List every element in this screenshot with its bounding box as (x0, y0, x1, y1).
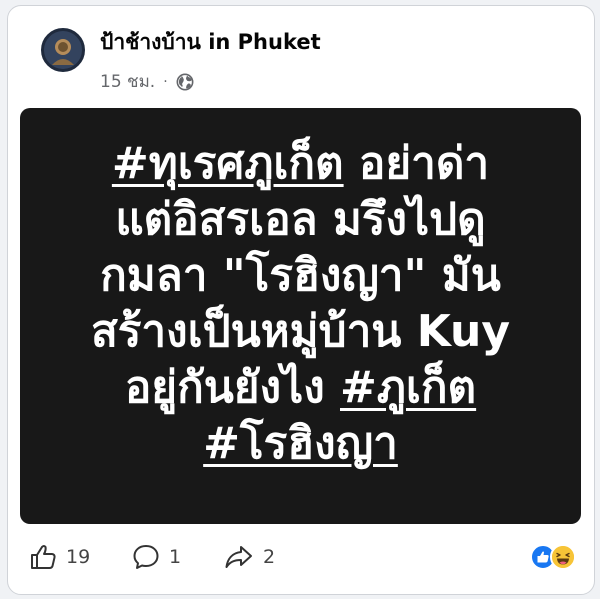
post-line-6: #โรฮิงญา (20, 416, 581, 472)
meta-separator: · (163, 73, 168, 90)
post-meta: 15 ชม. · (100, 68, 194, 95)
haha-reaction-icon (550, 544, 576, 570)
share-count: 2 (263, 546, 276, 568)
share-button[interactable]: 2 (223, 542, 275, 572)
post-line-2: แต่อิสรเอล มรึงไปดู (115, 194, 486, 245)
globe-icon (176, 73, 194, 90)
post-actions: 19 1 2 (8, 536, 594, 586)
laughing-face-icon (552, 546, 574, 568)
page-name[interactable]: ป้าช้างบ้าน in Phuket (100, 26, 321, 59)
post-timestamp[interactable]: 15 ชม. (100, 68, 155, 95)
post-line-5: อยู่กันยังไง #ภูเก็ต (20, 360, 581, 416)
comment-count: 1 (169, 546, 182, 568)
comment-bubble-icon (133, 545, 159, 569)
share-arrow-icon (225, 546, 252, 568)
post-line-1: #ทุเรศภูเก็ต อย่าด่า (20, 136, 581, 192)
page-avatar[interactable] (41, 28, 85, 72)
like-count: 19 (66, 546, 91, 568)
post-image[interactable]: #ทุเรศภูเก็ต อย่าด่า แต่อิสรเอล มรึงไปดู… (20, 108, 581, 524)
post-line-text: อย่าด่า (343, 138, 490, 189)
post-line-3: กมลา "โรฮิงญา" มัน (100, 250, 501, 301)
comment-button[interactable]: 1 (131, 542, 181, 572)
post-line-4: สร้างเป็นหมู่บ้าน Kuy (90, 306, 511, 357)
hashtag-link[interactable]: #ทุเรศภูเก็ต (112, 138, 344, 189)
hashtag-link[interactable]: #โรฮิงญา (203, 418, 398, 469)
reaction-summary[interactable] (530, 544, 576, 570)
post-header: ป้าช้างบ้าน in Phuket 15 ชม. · (8, 6, 594, 106)
post-text: #ทุเรศภูเก็ต อย่าด่า แต่อิสรเอล มรึงไปดู… (20, 136, 581, 472)
thumbs-up-icon (31, 545, 56, 569)
hashtag-link[interactable]: #ภูเก็ต (340, 362, 476, 413)
post-line-text: อยู่กันยังไง (124, 362, 340, 413)
avatar-image (44, 31, 82, 69)
like-button[interactable]: 19 (28, 542, 90, 572)
post-card: ป้าช้างบ้าน in Phuket 15 ชม. · #ทุเรศภูเ… (7, 5, 595, 595)
thumbs-up-icon (537, 551, 549, 563)
